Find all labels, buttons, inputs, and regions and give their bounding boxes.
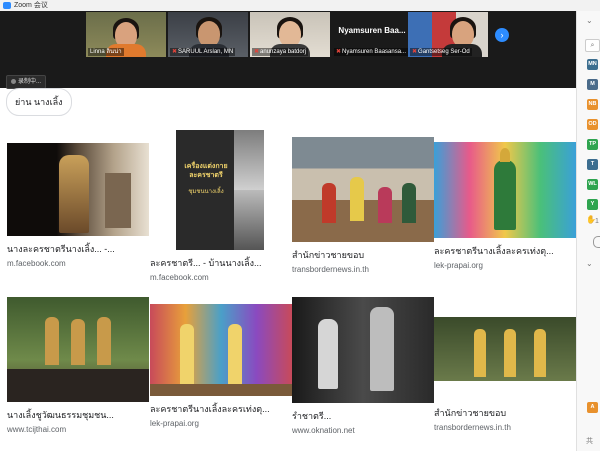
participant-tile[interactable]: ✖Gantsetseg Ser-Od [408, 12, 488, 57]
image-result[interactable]: รำชาตรี... www.oknation.net [292, 297, 434, 435]
result-thumbnail[interactable]: เครื่องแต่งกาย ละครชาตรี ชุมชนนางเลิ้ง [150, 130, 292, 250]
result-source: transbordernews.in.th [292, 265, 369, 274]
search-chip[interactable]: ย่าน นางเลิ้ง [6, 88, 72, 116]
zoom-title-bar: Zoom 会议 [0, 0, 600, 11]
scroll-handle-icon[interactable] [593, 236, 600, 248]
result-source: m.facebook.com [7, 259, 66, 268]
reaction-count: 1 [595, 218, 599, 225]
result-source: www.tcijthai.com [7, 425, 67, 434]
chevron-down-icon[interactable]: ⌄ [586, 259, 593, 268]
participant-name: ✖SARUUL Arslan, MN [170, 48, 236, 56]
window-title: Zoom 会议 [14, 2, 48, 9]
participant-tile[interactable]: Linna ลินน่า [86, 12, 166, 57]
result-source: transbordernews.in.th [434, 423, 511, 432]
result-source: www.oknation.net [292, 426, 355, 435]
participant-tile[interactable]: ✖anunzaya batdorj [250, 12, 330, 57]
participant-avatar[interactable]: MN [587, 59, 598, 70]
participant-name: ✖anunzaya batdorj [252, 48, 309, 56]
poster-title: เครื่องแต่งกาย ละครชาตรี [184, 163, 228, 179]
participant-name: ✖Nyamsuren Baasansa... [334, 48, 409, 56]
result-source: lek-prapai.org [434, 261, 483, 270]
mic-muted-icon: ✖ [412, 49, 418, 55]
result-thumbnail[interactable] [434, 142, 576, 238]
result-thumbnail[interactable] [7, 297, 149, 402]
result-title[interactable]: ละครชาตรี... - บ้านนางเลิ้ง... [150, 256, 292, 270]
result-title[interactable]: ละครชาตรีนางเลิ้งละครเท่งตุ... [434, 244, 576, 258]
mic-muted-icon: ✖ [172, 49, 178, 55]
record-dot-icon [11, 78, 16, 84]
participant-tile[interactable]: Nyamsuren Baa... ✖Nyamsuren Baasansa... [332, 12, 412, 57]
recording-indicator[interactable]: 录制中... [6, 75, 47, 89]
image-result[interactable]: ละครชาตรีนางเลิ้งละครเท่งตุ... lek-prapa… [150, 304, 292, 428]
result-title[interactable]: นางละครชาตรีนางเลิ้ง... -... [7, 242, 149, 256]
search-icon[interactable]: ⌕ [585, 39, 600, 52]
chevron-down-icon[interactable]: ⌄ [586, 16, 593, 25]
participant-avatar[interactable]: Y [587, 199, 598, 210]
participant-tile[interactable]: ✖SARUUL Arslan, MN [168, 12, 248, 57]
result-thumbnail[interactable] [292, 137, 434, 242]
panel-footer-text: 共 [586, 438, 593, 445]
result-thumbnail[interactable] [292, 297, 434, 403]
result-thumbnail[interactable] [150, 304, 292, 396]
participant-avatar[interactable]: OD [587, 119, 598, 130]
poster-subtitle: ชุมชนนางเลิ้ง [188, 189, 224, 195]
image-result[interactable]: ละครชาตรีนางเลิ้งละครเท่งตุ... lek-prapa… [434, 142, 576, 270]
participant-avatar[interactable]: T [587, 159, 598, 170]
mic-muted-icon: ✖ [336, 49, 342, 55]
participant-name: ✖Gantsetseg Ser-Od [410, 48, 472, 56]
participant-avatar[interactable]: NB [587, 99, 598, 110]
image-result[interactable]: นางละครชาตรีนางเลิ้ง... -... m.facebook.… [7, 143, 149, 268]
result-thumbnail[interactable] [434, 317, 576, 381]
result-title[interactable]: ละครชาตรีนางเลิ้งละครเท่งตุ... [150, 402, 292, 416]
image-result[interactable]: เครื่องแต่งกาย ละครชาตรี ชุมชนนางเลิ้ง ล… [150, 130, 292, 282]
result-title[interactable]: นางเลิ้งชูวัฒนธรรมชุมชน... [7, 408, 149, 422]
result-source: lek-prapai.org [150, 419, 199, 428]
zoom-logo-icon [3, 2, 11, 9]
participant-avatar[interactable]: A [587, 402, 598, 413]
zoom-video-strip: Linna ลินน่า ✖SARUUL Arslan, MN ✖anunzay… [0, 11, 576, 89]
participant-avatar[interactable]: WL [587, 179, 598, 190]
result-source: m.facebook.com [150, 273, 209, 282]
mic-muted-icon: ✖ [254, 49, 260, 55]
result-thumbnail[interactable] [7, 143, 149, 236]
result-title[interactable]: รำชาตรี... [292, 409, 434, 423]
right-side-panel [576, 11, 600, 451]
participant-name: Linna ลินน่า [88, 48, 124, 56]
image-result[interactable]: สำนักข่าวชายขอบ transbordernews.in.th [434, 317, 576, 432]
participant-avatar[interactable]: TP [587, 139, 598, 150]
participant-display-name: Nyamsuren Baa... [338, 26, 406, 35]
image-result[interactable]: สำนักข่าวชายขอบ transbordernews.in.th [292, 137, 434, 274]
participant-avatar[interactable]: M [587, 79, 598, 90]
image-result[interactable]: นางเลิ้งชูวัฒนธรรมชุมชน... www.tcijthai.… [7, 297, 149, 434]
next-page-button[interactable]: › [495, 28, 509, 42]
result-title[interactable]: สำนักข่าวชายขอบ [292, 248, 434, 262]
result-title[interactable]: สำนักข่าวชายขอบ [434, 406, 576, 420]
